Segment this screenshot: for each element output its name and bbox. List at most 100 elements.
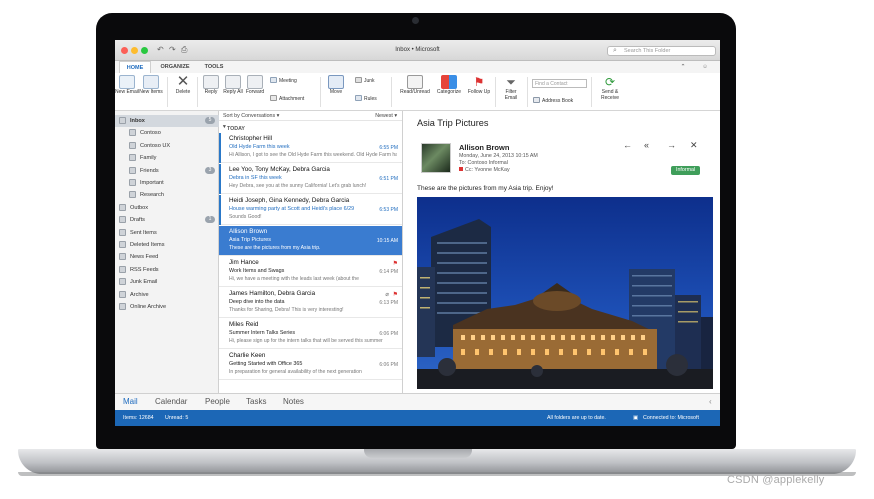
module-nav: Mail Calendar People Tasks Notes ‹ — [115, 393, 720, 410]
divider — [591, 77, 592, 107]
reading-pane: Asia Trip Pictures Allison Brown Monday,… — [403, 111, 720, 393]
folder-item[interactable]: Research — [115, 189, 219, 201]
sender-label: Miles Reid — [229, 321, 259, 328]
folder-label: Online Archive — [130, 304, 167, 310]
message-row[interactable]: Heidi Joseph, Gina Kennedy, Debra Garcia… — [219, 195, 402, 225]
sort-dropdown[interactable]: Sort by Conversations ▾ — [223, 113, 279, 119]
folder-icon — [119, 203, 126, 211]
forward-button[interactable]: Forward — [243, 75, 267, 96]
nav-people[interactable]: People — [205, 397, 230, 406]
sender-label: Charlie Keen — [229, 352, 266, 359]
camera — [412, 17, 419, 24]
reply-all-icon[interactable]: « — [644, 140, 649, 150]
close-icon[interactable]: ✕ — [690, 140, 698, 151]
folder-item[interactable]: News Feed — [115, 251, 219, 263]
new-items-button[interactable]: New Items — [139, 75, 163, 96]
message-row[interactable]: James Hamilton, Debra Garcia Deep dive in… — [219, 288, 402, 318]
folder-item[interactable]: Deleted Items — [115, 239, 219, 251]
junk-label: Junk — [364, 78, 375, 84]
preview-text: Hey Debra, see you at the sunny Californ… — [229, 183, 367, 189]
new-email-icon — [119, 75, 135, 89]
new-email-button[interactable]: New Email — [115, 75, 139, 96]
forward-icon[interactable]: → — [667, 140, 676, 150]
forward-label: Forward — [245, 89, 265, 95]
tokyo-station-photo[interactable] — [417, 197, 713, 389]
find-contact-input[interactable]: Find a Contact — [532, 79, 587, 88]
delete-button[interactable]: ✕ Delete — [171, 74, 195, 96]
smiley-feedback-icon[interactable]: ☺ — [695, 61, 715, 73]
status-bar: Items: 12684 Unread: 5 All folders are u… — [115, 410, 720, 426]
tab-organize[interactable]: ORGANIZE — [155, 61, 195, 73]
attachment-label: Attachment — [279, 96, 305, 102]
rules-label: Rules — [364, 96, 377, 102]
reply-all-button[interactable]: Reply All — [221, 75, 245, 96]
chevron-left-icon[interactable]: ‹ — [709, 397, 712, 406]
flag-icon[interactable]: ⚑ — [393, 291, 398, 298]
junk-button[interactable]: Junk — [355, 77, 375, 84]
new-email-label: New Email — [115, 89, 139, 95]
nav-notes[interactable]: Notes — [283, 397, 304, 406]
nav-tasks[interactable]: Tasks — [246, 397, 266, 406]
address-book-label: Address Book — [542, 98, 574, 104]
nav-mail[interactable]: Mail — [123, 397, 138, 406]
message-row[interactable]: Christopher Hill Old Hyde Farm this week H… — [219, 133, 402, 163]
folder-item[interactable]: Archive — [115, 289, 219, 301]
folder-item[interactable]: Outbox — [115, 202, 219, 214]
folder-item[interactable]: Online Archive — [115, 301, 219, 313]
folder-label: Deleted Items — [130, 242, 165, 248]
meeting-button[interactable]: Meeting — [270, 77, 297, 84]
flag-icon[interactable]: ⚑ — [393, 260, 398, 267]
message-row[interactable]: Charlie Keen Getting Started with Office … — [219, 350, 402, 380]
search-placeholder: Search This Folder — [624, 48, 671, 54]
address-book-button[interactable]: Address Book — [533, 97, 573, 104]
folder-item[interactable]: Contoso — [115, 127, 219, 139]
nav-calendar[interactable]: Calendar — [155, 397, 187, 406]
preview-text: Thanks for Sharing, Debra! This is very … — [229, 307, 344, 313]
order-dropdown[interactable]: Newest ▾ — [375, 113, 397, 119]
folder-label: News Feed — [130, 254, 159, 261]
folder-item[interactable]: Drafts 1 — [115, 214, 219, 226]
reply-label: Reply — [204, 89, 218, 95]
folder-item[interactable]: Junk Email — [115, 276, 219, 288]
folder-item[interactable]: Sent Items — [115, 227, 219, 239]
message-row[interactable]: Allison Brown Asia Trip Pictures These are… — [219, 226, 402, 256]
folder-label: Friends — [140, 167, 159, 174]
outlook-window: ↶ ↷ ⎙ Inbox • Microsoft ⌕ Search This Fo… — [115, 40, 720, 426]
move-button[interactable]: Move — [324, 75, 348, 96]
search-input[interactable]: ⌕ Search This Folder — [607, 46, 716, 56]
follow-up-button[interactable]: ⚑ Follow Up — [467, 75, 491, 96]
message-row[interactable]: Lee Yoo, Tony McKay, Debra Garcia Debra i… — [219, 164, 402, 194]
folder-item[interactable]: Contoso UX — [115, 140, 219, 152]
folder-item[interactable]: RSS Feeds — [115, 264, 219, 276]
message-row[interactable]: Miles Reid Summer Intern Talks Series Hi, … — [219, 319, 402, 349]
folder-label: RSS Feeds — [130, 266, 159, 273]
tab-tools[interactable]: TOOLS — [199, 61, 229, 73]
reply-button[interactable]: Reply — [199, 75, 223, 96]
folder-icon — [119, 241, 126, 248]
attachment-icon — [270, 95, 277, 101]
folder-item[interactable]: Important — [115, 177, 219, 189]
folder-icon — [119, 303, 126, 310]
reply-icon[interactable]: ← — [623, 140, 632, 150]
cc-line: Cc: Yvonne McKay — [459, 167, 510, 173]
filter-email-button[interactable]: ⏷ Filter Email — [499, 75, 523, 101]
message-list: Sort by Conversations ▾ Newest ▾ ▾ TODAY… — [219, 111, 403, 393]
preview-text: Hi, please sign up for the intern talks … — [229, 338, 383, 344]
rules-button[interactable]: Rules — [355, 95, 377, 102]
message-body: These are the pictures from my Asia trip… — [417, 185, 554, 192]
sender-name[interactable]: Allison Brown — [459, 143, 509, 152]
folder-item[interactable]: Family — [115, 152, 219, 164]
folder-item[interactable]: Inbox 5 — [115, 115, 219, 127]
categorize-button[interactable]: Categorize — [433, 75, 465, 96]
folder-item[interactable]: Friends 3 — [115, 165, 219, 177]
time-label: 6:06 PM — [379, 362, 398, 368]
tab-home[interactable]: HOME — [119, 61, 151, 73]
attachment-button[interactable]: Attachment — [270, 95, 304, 102]
read-unread-button[interactable]: Read/Unread — [397, 75, 433, 96]
collapse-ribbon-icon[interactable]: ⌃ — [677, 61, 689, 73]
laptop-notch — [364, 449, 472, 458]
send-receive-button[interactable]: ⟳ Send & Receive — [595, 75, 625, 101]
folder-icon — [129, 154, 136, 162]
junk-icon — [355, 77, 362, 83]
message-row[interactable]: Jim Hance Work Items and Swags Hi, we have… — [219, 257, 402, 287]
